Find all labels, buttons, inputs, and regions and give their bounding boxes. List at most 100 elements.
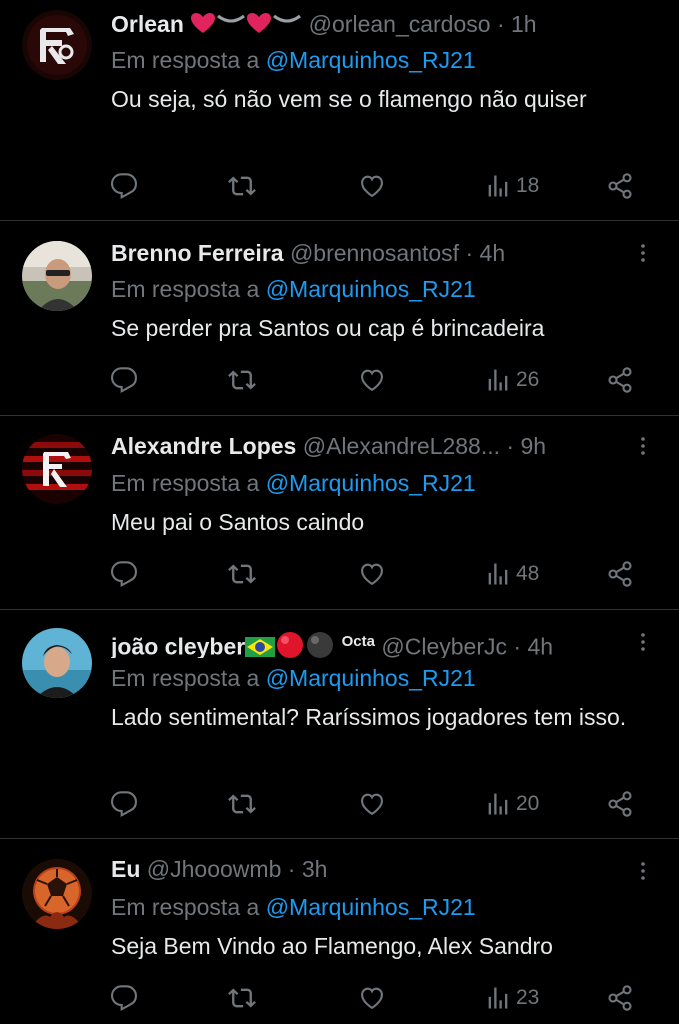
display-name[interactable]: Alexandre Lopes [111, 433, 296, 459]
mention-link[interactable]: @Marquinhos_RJ21 [266, 665, 476, 691]
retweet-icon [228, 794, 256, 814]
timestamp[interactable]: 4h [480, 240, 506, 266]
separator: · [287, 856, 296, 882]
handle[interactable]: @AlexandreL288... [303, 433, 500, 459]
retweet-button[interactable] [228, 982, 256, 1014]
action-bar: 26 [110, 364, 640, 396]
share-button[interactable] [606, 558, 634, 590]
timestamp[interactable]: 4h [527, 634, 553, 658]
reply-icon [110, 791, 138, 818]
name-suffix: Octa [341, 633, 375, 650]
more-button[interactable] [628, 237, 658, 269]
separator: · [513, 633, 522, 658]
views-button[interactable]: 18 [484, 170, 539, 202]
avatar[interactable] [22, 241, 92, 311]
retweet-button[interactable] [228, 788, 256, 820]
like-button[interactable] [358, 788, 386, 820]
mention-link[interactable]: @Marquinhos_RJ21 [266, 894, 476, 920]
more-icon [641, 244, 645, 262]
display-name[interactable]: Brenno Ferreira [111, 240, 284, 266]
more-button[interactable] [628, 626, 658, 658]
reply-button[interactable] [110, 788, 138, 820]
tweet[interactable]: Orlean @orlean_cardoso · 1h Em resposta … [0, 0, 679, 221]
views-button[interactable]: 23 [484, 982, 539, 1014]
black-ball-icon [305, 630, 335, 658]
heart-icon [246, 10, 272, 40]
views-button[interactable]: 20 [484, 788, 539, 820]
tweet[interactable]: Brenno Ferreira @brennosantosf · 4h Em r… [0, 221, 679, 416]
mention-link[interactable]: @Marquinhos_RJ21 [266, 47, 476, 73]
handle[interactable]: @Jhooowmb [147, 856, 282, 882]
retweet-button[interactable] [228, 558, 256, 590]
heart-icon [190, 10, 216, 40]
reply-button[interactable] [110, 982, 138, 1014]
view-count: 23 [516, 986, 540, 1009]
person-photo-icon [22, 241, 92, 311]
timestamp[interactable]: 9h [520, 433, 546, 459]
separator: · [496, 11, 505, 37]
timestamp[interactable]: 1h [511, 11, 537, 37]
display-name[interactable]: Eu [111, 856, 140, 882]
share-button[interactable] [606, 364, 634, 396]
tweet[interactable]: Alexandre Lopes @AlexandreL288... · 9h E… [0, 416, 679, 610]
timestamp[interactable]: 3h [302, 856, 328, 882]
views-button[interactable]: 26 [484, 364, 539, 396]
avatar[interactable] [22, 10, 92, 80]
reply-icon [110, 561, 138, 588]
tweet[interactable]: Eu @Jhooowmb · 3h Em resposta a @Marquin… [0, 839, 679, 1024]
share-button[interactable] [606, 788, 634, 820]
separator: · [506, 433, 515, 459]
tweet-header: Eu @Jhooowmb · 3h [111, 853, 639, 885]
reply-icon [110, 173, 138, 200]
share-icon [608, 791, 632, 817]
retweet-icon [228, 564, 256, 584]
reply-button[interactable] [110, 364, 138, 396]
like-button[interactable] [358, 170, 386, 202]
person-photo-icon [22, 628, 92, 698]
display-name[interactable]: Orlean [111, 11, 184, 37]
views-icon [488, 793, 508, 815]
handle[interactable]: @CleyberJc [381, 634, 507, 658]
reply-label: Em resposta a [111, 665, 260, 691]
display-name[interactable]: joão cleyber [111, 634, 245, 658]
handle[interactable]: @brennosantosf [290, 240, 459, 266]
red-ball-icon [275, 630, 305, 658]
tweet-header: Orlean @orlean_cardoso · 1h [111, 8, 639, 40]
views-icon [488, 987, 508, 1009]
handle[interactable]: @orlean_cardoso [309, 11, 491, 37]
mention-link[interactable]: @Marquinhos_RJ21 [266, 470, 476, 496]
reply-icon [110, 985, 138, 1012]
views-button[interactable]: 48 [484, 558, 539, 590]
reply-button[interactable] [110, 170, 138, 202]
avatar[interactable] [22, 434, 92, 504]
view-count: 20 [516, 792, 540, 815]
retweet-button[interactable] [228, 364, 256, 396]
more-icon [641, 437, 645, 455]
mention-link[interactable]: @Marquinhos_RJ21 [266, 276, 476, 302]
like-icon [361, 793, 383, 816]
views-icon [488, 369, 508, 391]
tweet-text: Meu pai o Santos caindo [111, 509, 365, 535]
tweet-text: Lado sentimental? Raríssimos jogadores t… [111, 704, 627, 730]
like-button[interactable] [358, 982, 386, 1014]
reply-context: Em resposta a @Marquinhos_RJ21 [111, 891, 476, 923]
view-count: 18 [516, 174, 540, 197]
reply-icon [110, 367, 138, 394]
reply-button[interactable] [110, 558, 138, 590]
tweet-header: joão cleyber Octa @CleyberJc · 4h [111, 626, 639, 658]
views-icon [488, 563, 508, 585]
avatar[interactable] [22, 628, 92, 698]
share-button[interactable] [606, 170, 634, 202]
action-bar: 23 [110, 982, 640, 1014]
avatar[interactable] [22, 859, 92, 929]
more-button[interactable] [628, 855, 658, 887]
share-icon [608, 561, 632, 587]
like-button[interactable] [358, 558, 386, 590]
retweet-icon [228, 176, 256, 196]
like-button[interactable] [358, 364, 386, 396]
retweet-button[interactable] [228, 170, 256, 202]
more-button[interactable] [628, 430, 658, 462]
tweet[interactable]: joão cleyber Octa @CleyberJc · 4h Em res… [0, 610, 679, 839]
share-button[interactable] [606, 982, 634, 1014]
heart-icon [216, 10, 246, 40]
